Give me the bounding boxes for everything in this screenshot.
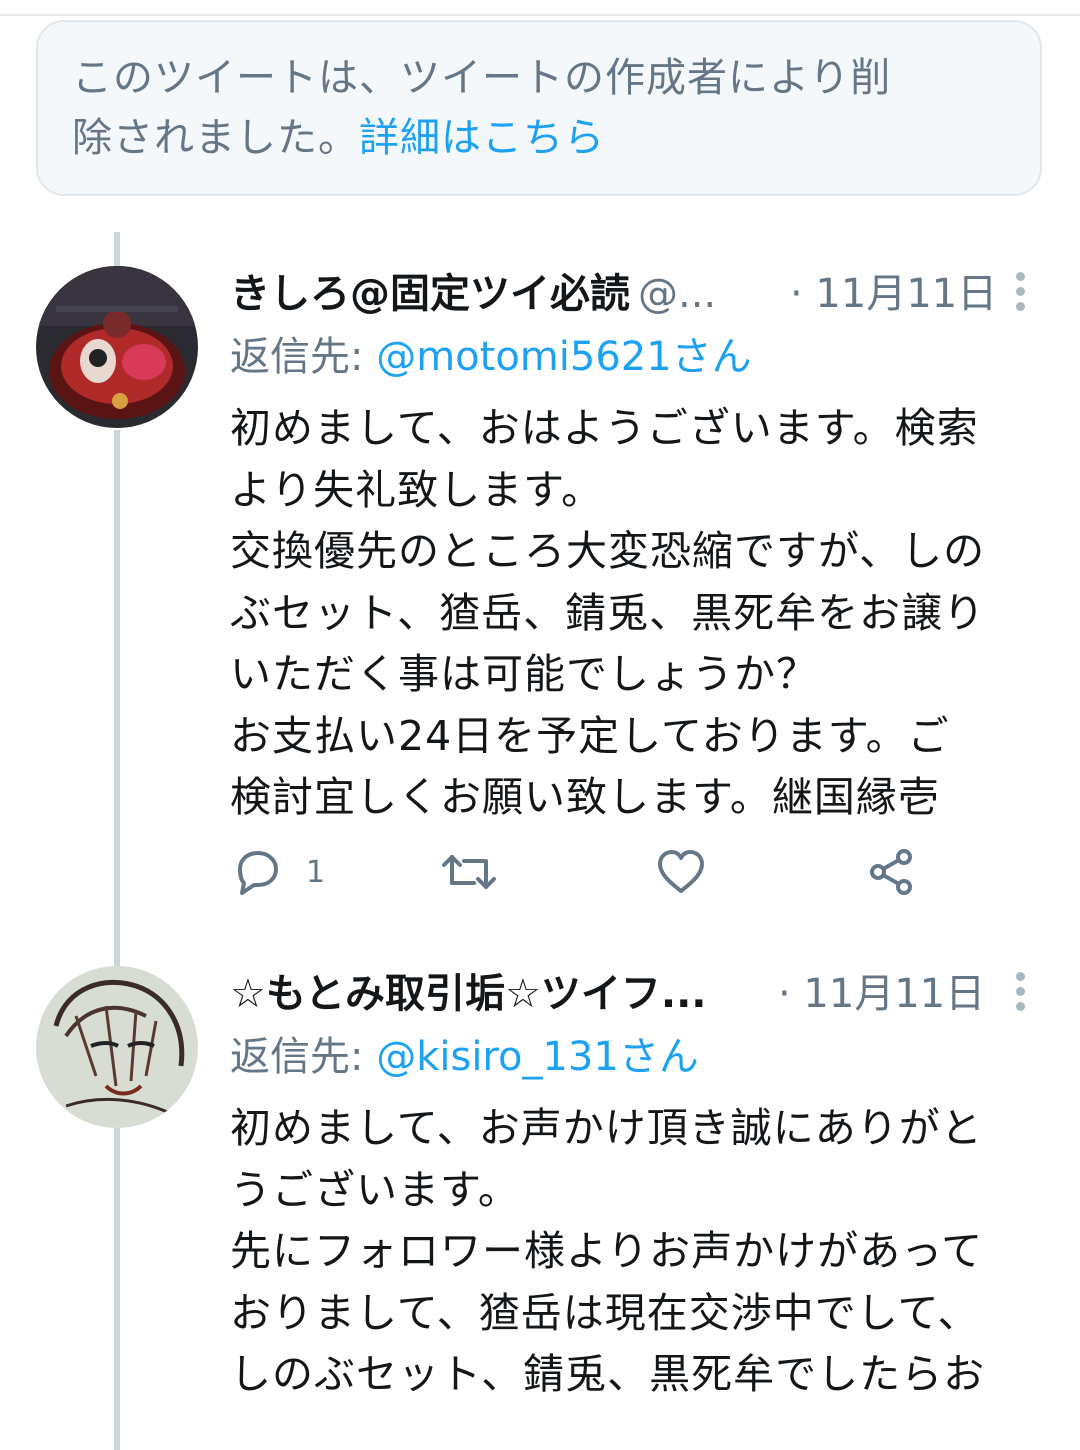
tweet-text-line: いただく事は可能でしょうか？ (230, 650, 818, 698)
avatar[interactable] (36, 266, 198, 428)
tweet-time[interactable]: · 11月11日 (778, 964, 985, 1024)
share-button[interactable] (864, 842, 918, 902)
reply-count: 1 (306, 854, 326, 890)
learn-more-link[interactable]: 詳細はこちら (359, 115, 605, 161)
tweet-text: 初めまして、おはようございます。検索 より失礼致します。 交換優先のところ大変恐… (230, 398, 1060, 829)
reply-mention-link[interactable]: @kisiro_131さん (376, 1034, 699, 1080)
reply-to-label: 返信先: (230, 334, 377, 380)
reply-to-label: 返信先: (230, 1034, 377, 1080)
tweet-text-line: 先にフォロワー様よりお声かけがあって (230, 1227, 984, 1275)
display-name[interactable]: ☆もとみ取引垢☆ツイフ... (230, 971, 707, 1017)
tweet-header: きしろ@固定ツイ必読 @... · 11月11日 (230, 264, 1040, 324)
more-options-icon[interactable] (1014, 972, 1026, 1014)
reply-button[interactable]: 1 (230, 842, 325, 902)
tweet-text-line: おりまして、猹岳は現在交渉中でして、 (230, 1288, 980, 1337)
display-name[interactable]: きしろ@固定ツイ必読 (230, 271, 630, 317)
user-handle[interactable]: @... (638, 271, 716, 317)
more-options-icon[interactable] (1014, 272, 1026, 314)
tweet-text-line: 交換優先のところ大変恐縮ですが、しの (230, 527, 986, 575)
tweet-text-line: 検討宜しくお願い致します。継国縁壱 (230, 773, 940, 821)
tweet-time[interactable]: · 11月11日 (790, 264, 997, 324)
reply-to: 返信先: @motomi5621さん (230, 327, 752, 387)
tweet-text-line: より失礼致します。 (230, 465, 604, 514)
tweet-text-line: 初めまして、お声かけ頂き誠にありがと (230, 1104, 983, 1152)
reply-icon (238, 851, 278, 895)
retweet-button[interactable] (440, 842, 498, 902)
tweet-text-line: うございます。 (230, 1165, 520, 1214)
tweet-actions: 1 (230, 842, 1030, 902)
top-divider (0, 14, 1080, 16)
tweet-text-line: しのぶセット、錆兎、黒死牟でしたらお (230, 1350, 986, 1398)
deleted-tweet-notice: このツイートは、ツイートの作成者により削 除されました。詳細はこちら (36, 20, 1042, 196)
retweet-icon (442, 855, 496, 889)
like-button[interactable] (654, 842, 708, 902)
avatar[interactable] (36, 966, 198, 1128)
tweet-header: ☆もとみ取引垢☆ツイフ... · 11月11日 (230, 964, 1040, 1024)
tweet-text: 初めまして、お声かけ頂き誠にありがと うございます。 先にフォロワー様よりお声か… (230, 1098, 1060, 1406)
tweet-text-line: 初めまして、おはようございます。検索 (230, 404, 979, 452)
reply-to: 返信先: @kisiro_131さん (230, 1027, 699, 1087)
heart-icon (658, 850, 704, 893)
tweet-text-line: お支払い24日を予定しております。ご (230, 711, 950, 760)
thread-line (114, 232, 120, 267)
avatar-image-motomi (36, 966, 198, 1128)
thread-line (114, 430, 120, 970)
deleted-notice-line2: 除されました。 (72, 115, 359, 161)
share-icon (870, 849, 912, 895)
tweet-text-line: ぶセット、猹岳、錆兎、黒死牟をお譲り (230, 588, 986, 637)
reply-mention-link[interactable]: @motomi5621さん (376, 334, 751, 380)
avatar-image-kishiro (36, 266, 198, 428)
deleted-notice-line1: このツイートは、ツイートの作成者により削 (72, 55, 892, 101)
thread-line (114, 1128, 120, 1450)
